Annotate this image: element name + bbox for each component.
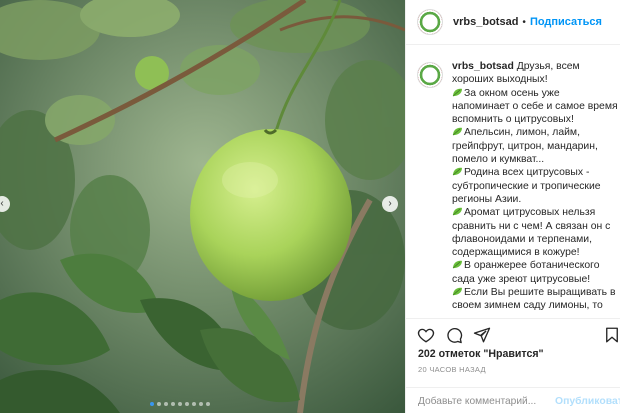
post-photo[interactable]: ‹ › (0, 0, 405, 413)
add-comment-bar: Опубликовать (406, 387, 620, 413)
post-header: vrbs_botsad • Подписаться (406, 0, 620, 45)
caption-area: vrbs_botsad Друзья, всем хороших выходны… (406, 50, 620, 312)
avatar[interactable] (417, 62, 443, 88)
carousel-dot (164, 402, 168, 406)
caption-paragraph-text: Апельсин, лимон, лайм, грейпфрут, цитрон… (452, 127, 598, 166)
carousel-dot (171, 402, 175, 406)
bookmark-icon[interactable] (603, 326, 620, 344)
caption-paragraph-text: Если Вы решите выращивать в своем зимнем… (452, 287, 616, 312)
carousel-dot (150, 402, 154, 406)
caption-paragraph: Апельсин, лимон, лайм, грейпфрут, цитрон… (452, 126, 620, 166)
separator-dot: • (522, 16, 526, 28)
leaf-emoji-icon (452, 287, 462, 296)
caption-paragraphs: За окном осень уже напоминает о себе и с… (452, 87, 620, 312)
carousel-dot (199, 402, 203, 406)
lemon-tree-image (0, 0, 405, 413)
caption-paragraph-text: За окном осень уже напоминает о себе и с… (452, 87, 618, 126)
caption-paragraph-text: Родина всех цитрусовых - субтропические … (452, 167, 601, 205)
carousel-dot (157, 402, 161, 406)
caption-username[interactable]: vrbs_botsad (452, 61, 514, 72)
carousel-dot (192, 402, 196, 406)
leaf-emoji-icon (452, 261, 462, 269)
avatar[interactable] (417, 9, 443, 35)
username-link[interactable]: vrbs_botsad (453, 16, 518, 28)
carousel-dot (206, 402, 210, 406)
comment-input[interactable] (418, 396, 551, 407)
caption-paragraph: За окном осень уже напоминает о себе и с… (452, 87, 620, 127)
carousel-indicator (150, 402, 210, 406)
caption-paragraph: В оранжерее ботанического сада уже зреют… (452, 259, 620, 286)
caption-comment: vrbs_botsad Друзья, всем хороших выходны… (417, 60, 620, 312)
comment-icon[interactable] (445, 326, 463, 344)
carousel-dot (185, 402, 189, 406)
likes-count[interactable]: 202 отметок "Нравится" (406, 348, 620, 360)
leaf-emoji-icon (452, 207, 462, 216)
caption-paragraph-text: В оранжерее ботанического сада уже зреют… (452, 260, 600, 285)
heart-icon[interactable] (417, 326, 435, 344)
follow-button[interactable]: Подписаться (530, 16, 602, 28)
chevron-right-icon[interactable]: › (382, 196, 398, 212)
leaf-emoji-icon (452, 168, 462, 176)
publish-button[interactable]: Опубликовать (555, 396, 620, 407)
caption-paragraph: Если Вы решите выращивать в своем зимнем… (452, 286, 620, 312)
caption-paragraph: Аромат цитрусовых нельзя сравнить ни с ч… (452, 206, 620, 259)
post-details-panel: vrbs_botsad • Подписаться vrbs_botsad Др… (405, 0, 620, 413)
caption-paragraph-text: Аромат цитрусовых нельзя сравнить ни с ч… (452, 207, 611, 259)
share-icon[interactable] (473, 326, 491, 344)
leaf-emoji-icon (452, 88, 462, 96)
action-icons (406, 319, 620, 347)
leaf-emoji-icon (452, 128, 462, 136)
caption-paragraph: Родина всех цитрусовых - субтропические … (452, 166, 620, 206)
post-actions: 202 отметок "Нравится" 20 ЧАСОВ НАЗАД Оп… (406, 318, 620, 413)
carousel-dot (178, 402, 182, 406)
post-timestamp[interactable]: 20 ЧАСОВ НАЗАД (406, 365, 620, 374)
caption-text: vrbs_botsad Друзья, всем хороших выходны… (452, 60, 620, 312)
